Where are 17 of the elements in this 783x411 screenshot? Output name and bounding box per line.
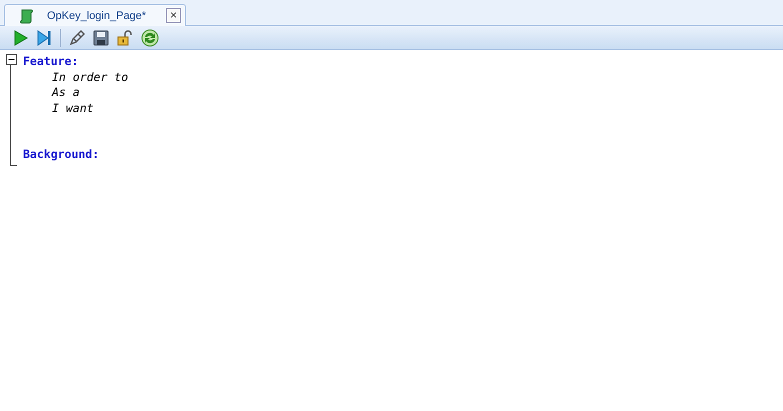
unlock-icon[interactable]: [117, 30, 133, 46]
play-icon[interactable]: [12, 30, 28, 46]
collapse-icon[interactable]: [6, 54, 17, 65]
step-line: In order to: [51, 70, 128, 85]
editor-area[interactable]: Feature: In order to As a I want Background:: [0, 50, 783, 411]
pencil-icon[interactable]: [69, 30, 85, 46]
step-forward-icon[interactable]: [36, 30, 52, 46]
step-line: I want: [51, 100, 95, 116]
scroll-icon: [19, 8, 35, 24]
save-icon[interactable]: [93, 30, 109, 46]
keyword-line: Feature:: [23, 54, 80, 70]
refresh-icon[interactable]: [141, 28, 159, 46]
tab-title: OpKey_login_Page*: [47, 10, 148, 22]
step-line: As a: [50, 85, 81, 100]
close-button[interactable]: ×: [166, 8, 181, 23]
keyword-line: Background:: [23, 147, 100, 162]
document-tab[interactable]: OpKey_login_Page* ×: [4, 4, 186, 26]
